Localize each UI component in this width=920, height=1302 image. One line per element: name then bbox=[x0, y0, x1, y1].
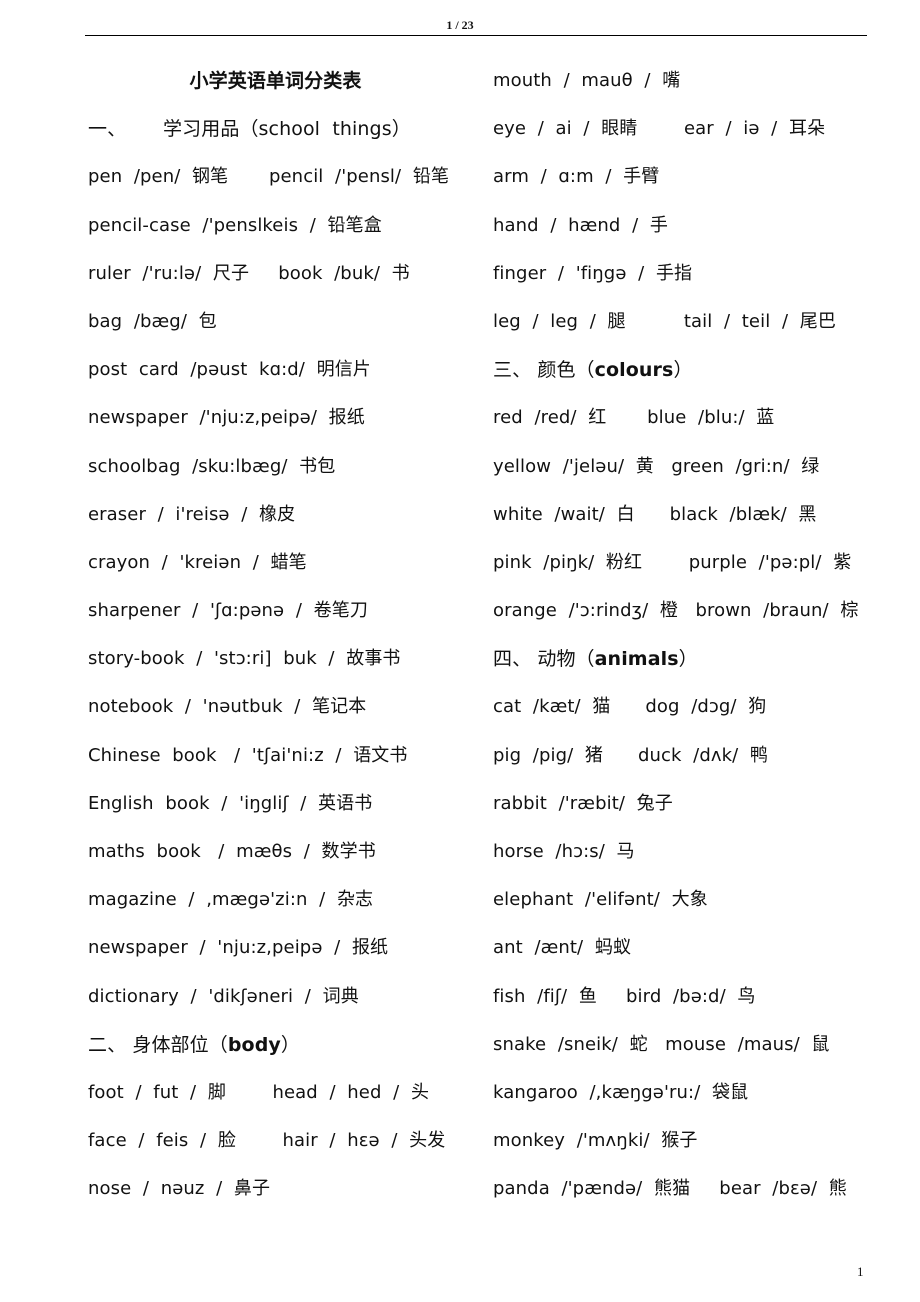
section-heading-en: colours bbox=[594, 359, 674, 382]
page-indicator: 1 / 23 bbox=[446, 18, 474, 32]
vocab-entry: eraser / i'reisə / 橡皮 bbox=[88, 503, 296, 525]
vocab-entry: bag /bæg/ 包 bbox=[88, 310, 217, 332]
vocab-entry: newspaper /'nju:z,peipə/ 报纸 bbox=[88, 407, 365, 429]
section-heading-en: school things bbox=[258, 118, 392, 141]
right-column: mouth / mauθ / 嘴 eye / ai / 眼睛 ear / iə /… bbox=[493, 57, 893, 1214]
vocab-entry: finger / 'fiŋgə / 手指 bbox=[493, 262, 693, 284]
section-heading-close: ） bbox=[391, 118, 411, 141]
vocab-entry: pig /pig/ 猪 duck /dʌk/ 鸭 bbox=[493, 744, 769, 766]
section-heading: 一、 学习用品（school things） bbox=[88, 105, 483, 153]
vocab-entry: monkey /'mʌŋki/ 猴子 bbox=[493, 1130, 698, 1152]
vocab-entry: crayon / 'kreiən / 蜡笔 bbox=[88, 551, 307, 573]
section-heading-zh: 四、 动物（ bbox=[493, 648, 595, 671]
header-divider bbox=[85, 35, 867, 36]
vocab-entry: panda /'pændə/ 熊猫 bear /bɛə/ 熊 bbox=[493, 1178, 847, 1200]
section-heading-en: body bbox=[227, 1033, 281, 1056]
vocab-entry: post card /pəust kɑ:d/ 明信片 bbox=[88, 359, 371, 381]
vocab-entry: nose / nəuz / 鼻子 bbox=[88, 1178, 271, 1200]
vocab-entry: snake /sneik/ 蛇 mouse /maus/ 鼠 bbox=[493, 1033, 830, 1055]
vocab-entry: schoolbag /sku:lbæg/ 书包 bbox=[88, 455, 336, 477]
vocab-entry: rabbit /'ræbit/ 兔子 bbox=[493, 792, 673, 814]
section-heading-close: ） bbox=[678, 648, 698, 671]
vocab-entry: hand / hænd / 手 bbox=[493, 214, 668, 236]
vocab-entry: dictionary / 'dikʃəneri / 词典 bbox=[88, 985, 359, 1007]
document-title: 小学英语单词分类表 bbox=[189, 70, 362, 92]
vocab-entry: pen /pen/ 钢笔 pencil /'pensl/ 铅笔 bbox=[88, 166, 450, 188]
vocab-entry: ruler /'ru:lə/ 尺子 book /buk/ 书 bbox=[88, 262, 410, 284]
vocab-entry: mouth / mauθ / 嘴 bbox=[493, 70, 681, 91]
footer-page-number: 1 bbox=[857, 1264, 864, 1279]
vocab-entry: ant /ænt/ 蚂蚁 bbox=[493, 937, 632, 959]
vocab-entry: maths book / mæθs / 数学书 bbox=[88, 841, 376, 862]
vocab-entry: notebook / 'nəutbuk / 笔记本 bbox=[88, 696, 367, 718]
vocab-entry: Chinese book / 'tʃai'ni:z / 语文书 bbox=[88, 744, 408, 766]
section-heading-close: ） bbox=[673, 359, 693, 382]
vocab-entry: red /red/ 红 blue /blu:/ 蓝 bbox=[493, 407, 775, 429]
vocab-entry: foot / fut / 脚 head / hed / 头 bbox=[88, 1081, 430, 1103]
section-heading: 三、 颜色（colours） bbox=[493, 346, 893, 394]
vocab-entry: sharpener / 'ʃɑ:pənə / 卷笔刀 bbox=[88, 600, 368, 622]
vocab-entry: eye / ai / 眼睛 ear / iə / 耳朵 bbox=[493, 118, 826, 140]
section-heading: 二、 身体部位（body） bbox=[88, 1021, 483, 1069]
vocab-entry: cat /kæt/ 猫 dog /dɔg/ 狗 bbox=[493, 696, 767, 718]
vocab-entry: horse /hɔ:s/ 马 bbox=[493, 841, 635, 862]
vocab-entry: newspaper / 'nju:z,peipə / 报纸 bbox=[88, 937, 389, 959]
vocab-entry: white /wait/ 白 black /blæk/ 黑 bbox=[493, 503, 817, 525]
section-heading-close: ） bbox=[280, 1033, 300, 1056]
vocab-entry: elephant /'elifənt/ 大象 bbox=[493, 889, 708, 911]
vocab-entry: magazine / ,mægə'zi:n / 杂志 bbox=[88, 889, 374, 911]
section-heading-zh: 一、 学习用品（ bbox=[88, 118, 259, 141]
section-heading: 四、 动物（animals） bbox=[493, 635, 893, 683]
vocab-entry: pink /piŋk/ 粉红 purple /'pə:pl/ 紫 bbox=[493, 551, 852, 573]
section-heading-zh: 二、 身体部位（ bbox=[88, 1033, 228, 1056]
vocab-entry: orange /'ɔ:rindʒ/ 橙 brown /braun/ 棕 bbox=[493, 600, 859, 622]
vocab-entry: story-book / 'stɔ:ri] buk / 故事书 bbox=[88, 648, 401, 670]
section-heading-en: animals bbox=[594, 648, 679, 671]
left-column: 小学英语单词分类表 一、 学习用品（school things） pen /pen/… bbox=[88, 57, 483, 1214]
vocab-entry: yellow /'jeləu/ 黄 green /gri:n/ 绿 bbox=[493, 455, 820, 477]
vocab-entry: face / feis / 脸 hair / hɛə / 头发 bbox=[88, 1130, 446, 1152]
vocab-entry: pencil-case /'penslkeis / 铅笔盒 bbox=[88, 214, 382, 236]
vocab-entry: fish /fiʃ/ 鱼 bird /bə:d/ 鸟 bbox=[493, 985, 756, 1007]
vocab-entry: English book / 'iŋgliʃ / 英语书 bbox=[88, 792, 373, 814]
section-heading-zh: 三、 颜色（ bbox=[493, 359, 595, 382]
vocab-entry: leg / leg / 腿 tail / teil / 尾巴 bbox=[493, 310, 836, 332]
vocab-entry: kangaroo /,kæŋgə'ru:/ 袋鼠 bbox=[493, 1081, 749, 1103]
vocab-entry: arm / ɑ:m / 手臂 bbox=[493, 166, 660, 188]
